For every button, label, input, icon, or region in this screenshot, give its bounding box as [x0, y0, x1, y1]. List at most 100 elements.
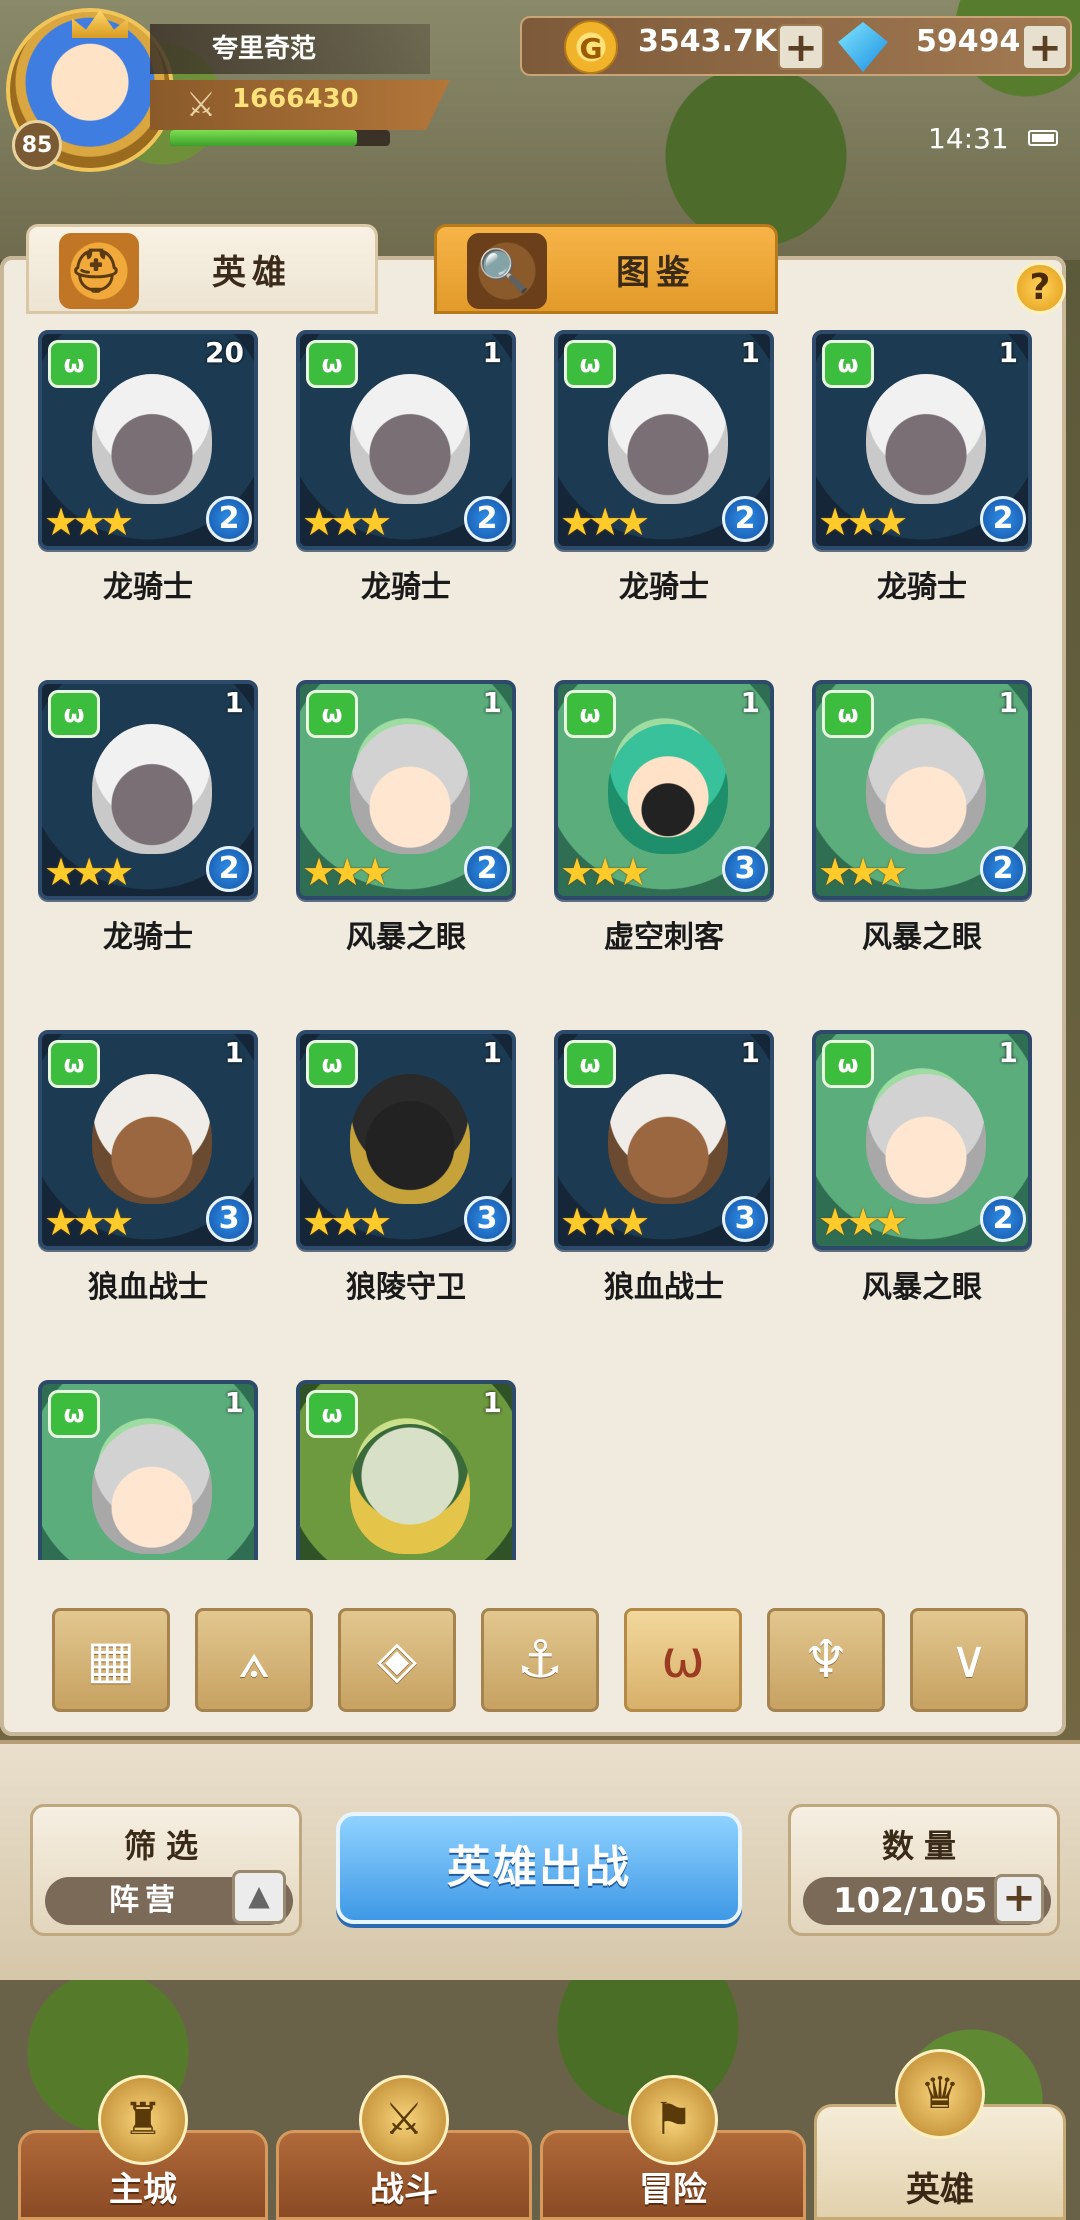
hero-rank-badge: 2	[206, 496, 252, 542]
tab-heroes-label: 英雄	[212, 252, 292, 293]
beast-faction-icon: ω	[564, 1040, 616, 1088]
deploy-heroes-button[interactable]: 英雄出战	[336, 1812, 742, 1924]
hero-rank-badge: 2	[980, 1196, 1026, 1242]
tab-heroes[interactable]: ⛑ 英雄	[26, 224, 378, 314]
hero-portrait	[608, 1074, 728, 1204]
hero-level: 1	[998, 336, 1018, 369]
hero-rank-badge: 3	[206, 1196, 252, 1242]
beast-faction-icon: ω	[306, 1390, 358, 1438]
hero-portrait	[608, 374, 728, 504]
hero-portrait	[92, 374, 212, 504]
hero-portrait-frame: ω1	[296, 1380, 516, 1560]
count-title: 数量	[881, 1827, 966, 1865]
hero-level: 1	[740, 686, 760, 719]
hero-stars: ★★★	[44, 1200, 134, 1244]
beast-faction-icon: ω	[306, 1040, 358, 1088]
faction-diamond-icon: ◈	[377, 1630, 417, 1690]
exp-bar-fill	[170, 130, 357, 146]
helmet-icon: ⛑	[59, 233, 139, 309]
tab-codex[interactable]: 🔍 图鉴	[434, 224, 778, 314]
beast-faction-icon: ω	[564, 340, 616, 388]
nav-battle[interactable]: ⚔ 战斗	[276, 2075, 532, 2220]
filter-toggle-button[interactable]: ▲	[232, 1870, 286, 1924]
hero-card[interactable]: ω1	[38, 1380, 258, 1560]
hero-portrait-frame: ω 1 ★★★ 2	[812, 330, 1032, 550]
hero-level: 1	[482, 686, 502, 719]
hero-card[interactable]: ω 1 ★★★ 2 风暴之眼	[296, 680, 516, 970]
gem-amount: 59494	[916, 24, 1021, 59]
faction-filter-bar: ▦ ⟑ ◈ ⚓ ω ♆ ∨	[52, 1608, 1032, 1718]
hero-portrait	[92, 1074, 212, 1204]
hero-name: 龙骑士	[103, 920, 193, 955]
hero-portrait-frame: ω 1 ★★★ 3	[554, 680, 774, 900]
hero-card[interactable]: ω 1 ★★★ 2 龙骑士	[38, 680, 258, 970]
hero-rank-badge: 3	[722, 846, 768, 892]
hero-card[interactable]: ω 1 ★★★ 2 龙骑士	[554, 330, 774, 620]
faction-filter-button[interactable]: ◈	[338, 1608, 456, 1712]
hero-level: 20	[205, 336, 244, 369]
hero-portrait-frame: ω 20 ★★★ 2	[38, 330, 258, 550]
hero-stars: ★★★	[44, 500, 134, 544]
beast-faction-icon: ω	[48, 340, 100, 388]
hero-card[interactable]: ω 1 ★★★ 3 虚空刺客	[554, 680, 774, 970]
hero-card[interactable]: ω 1 ★★★ 2 风暴之眼	[812, 1030, 1032, 1320]
hero-rank-badge: 2	[722, 496, 768, 542]
beast-faction-icon: ω	[306, 690, 358, 738]
player-level-badge: 85	[12, 120, 62, 170]
status-time: 14:31	[928, 122, 1009, 155]
hero-level: 1	[482, 1386, 502, 1419]
hero-name: 龙骑士	[103, 570, 193, 605]
hero-stars: ★★★	[560, 500, 650, 544]
hero-card[interactable]: ω 1 ★★★ 2 风暴之眼	[812, 680, 1032, 970]
expand-capacity-button[interactable]: +	[994, 1874, 1044, 1924]
hero-card[interactable]: ω1	[296, 1380, 516, 1560]
hero-grid: ω 20 ★★★ 2 龙骑士 ω 1 ★★★ 2 龙骑士 ω 1 ★★★ 2 龙骑士 ω 1 ★★★ 2 龙骑士 ω 1 ★…	[38, 330, 1038, 1560]
hero-card[interactable]: ω 1 ★★★ 3 狼血战士	[554, 1030, 774, 1320]
faction-filter-button[interactable]: ♆	[767, 1608, 885, 1712]
gold-amount: 3543.7K	[638, 24, 778, 59]
hero-portrait	[350, 1074, 470, 1204]
adventure-icon: ⚑	[628, 2075, 718, 2165]
hero-portrait	[92, 724, 212, 854]
hero-portrait-frame: ω 1 ★★★ 3	[554, 1030, 774, 1250]
hero-name: 风暴之眼	[862, 1270, 982, 1305]
hero-portrait-frame: ω 1 ★★★ 2	[38, 680, 258, 900]
hero-stars: ★★★	[818, 1200, 908, 1244]
nav-adventure[interactable]: ⚑ 冒险	[540, 2075, 806, 2220]
faction-filter-button[interactable]: ∨	[910, 1608, 1028, 1712]
hero-name: 风暴之眼	[346, 920, 466, 955]
hero-helmet-icon: ♛	[895, 2049, 985, 2139]
hero-card[interactable]: ω 1 ★★★ 2 龙骑士	[812, 330, 1032, 620]
faction-filter-button[interactable]: ω	[624, 1608, 742, 1712]
faction-beast-icon: ω	[661, 1630, 705, 1690]
help-button[interactable]: ?	[1014, 262, 1066, 314]
hero-level: 1	[224, 686, 244, 719]
filter-title: 筛选	[123, 1827, 208, 1865]
hero-portrait	[92, 1424, 212, 1554]
faction-leaf-icon: ⟑	[238, 1630, 270, 1690]
faction-filter-button[interactable]: ▦	[52, 1608, 170, 1712]
nav-heroes[interactable]: ♛ 英雄	[814, 2049, 1066, 2220]
hero-rank-badge: 2	[464, 496, 510, 542]
faction-filter-button[interactable]: ⟑	[195, 1608, 313, 1712]
hero-level: 1	[482, 1036, 502, 1069]
crossed-swords-icon: ⚔	[185, 85, 217, 125]
hero-portrait	[866, 374, 986, 504]
nav-adventure-label: 冒险	[639, 2170, 707, 2210]
hero-card[interactable]: ω 1 ★★★ 3 狼陵守卫	[296, 1030, 516, 1320]
faction-wing-icon: ∨	[949, 1630, 989, 1690]
add-gold-button[interactable]: +	[778, 24, 824, 70]
city-icon: ♜	[98, 2075, 188, 2165]
hero-card[interactable]: ω 1 ★★★ 3 狼血战士	[38, 1030, 258, 1320]
add-gems-button[interactable]: +	[1022, 24, 1068, 70]
all-grid-icon: ▦	[86, 1630, 136, 1690]
crown-icon	[72, 10, 128, 38]
hero-level: 1	[998, 686, 1018, 719]
hero-card[interactable]: ω 1 ★★★ 2 龙骑士	[296, 330, 516, 620]
hero-name: 虚空刺客	[604, 920, 724, 955]
hero-card[interactable]: ω 20 ★★★ 2 龙骑士	[38, 330, 258, 620]
faction-filter-button[interactable]: ⚓	[481, 1608, 599, 1712]
faction-anchor-icon: ⚓	[516, 1630, 564, 1690]
nav-city[interactable]: ♜ 主城	[18, 2075, 268, 2220]
hero-rank-badge: 3	[722, 1196, 768, 1242]
